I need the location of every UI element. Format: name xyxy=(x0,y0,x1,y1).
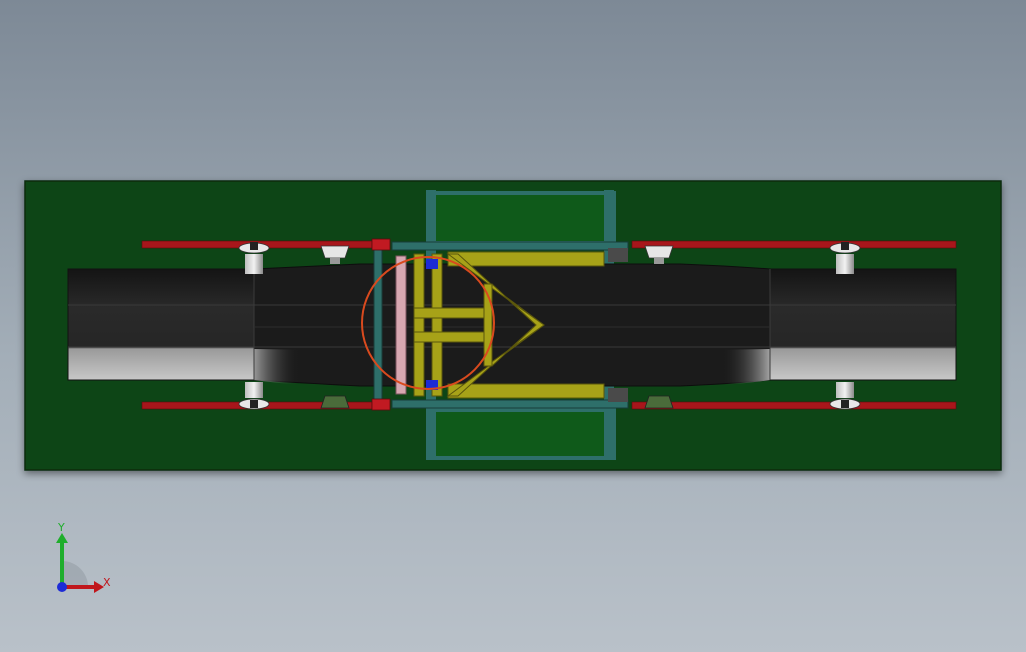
conveyor-belt[interactable] xyxy=(67,263,957,387)
drive-roller[interactable] xyxy=(395,255,407,395)
clamp-top[interactable] xyxy=(371,238,391,251)
reference-triad: Y X xyxy=(40,521,130,605)
triad-axes-icon xyxy=(56,533,104,593)
conveyor-model[interactable] xyxy=(0,0,1026,652)
clamp-bottom[interactable] xyxy=(371,398,391,411)
graphics-viewport[interactable]: Y X xyxy=(0,0,1026,652)
triad-x-label: X xyxy=(103,576,111,589)
triad-y-label: Y xyxy=(58,521,65,534)
blue-block-top[interactable] xyxy=(426,259,438,269)
